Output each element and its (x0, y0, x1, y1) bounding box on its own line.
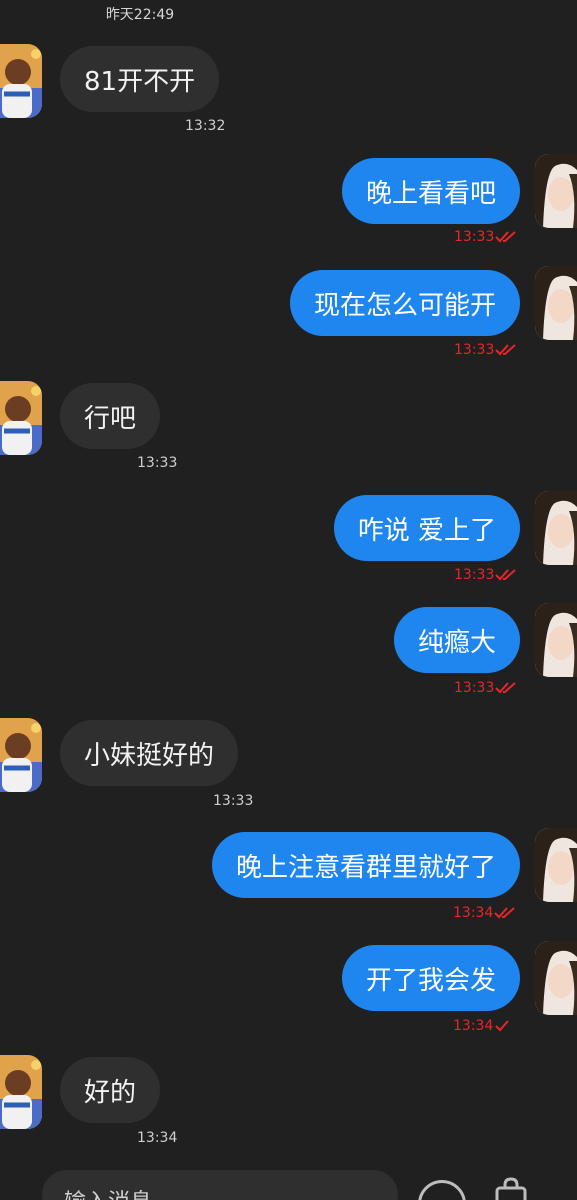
contact-avatar[interactable] (0, 381, 42, 455)
message-input[interactable]: 输入消息 (42, 1170, 398, 1200)
message-bubble-incoming[interactable]: 小妹挺好的 (60, 720, 239, 786)
my-avatar[interactable] (535, 154, 577, 228)
message-time: 13:33 (454, 342, 517, 358)
message-time-text: 13:33 (454, 342, 495, 358)
message-time: 13:32 (185, 118, 226, 134)
message-time: 13:34 (453, 905, 516, 921)
chat-screen: 昨天22:49 81开不开 13:32 晚上看看吧 13:33 现在怎么可能开 … (0, 0, 577, 1200)
message-time-text: 13:34 (453, 905, 494, 921)
message-bubble-incoming[interactable]: 行吧 (60, 383, 161, 449)
composer-bar: 输入消息 (0, 1160, 577, 1200)
double-check-icon (495, 344, 517, 356)
contact-avatar[interactable] (0, 718, 42, 792)
my-avatar[interactable] (535, 491, 577, 565)
double-check-icon (494, 907, 516, 919)
double-check-icon (495, 231, 517, 243)
shopping-bag-icon[interactable] (494, 1176, 528, 1200)
my-avatar[interactable] (535, 603, 577, 677)
my-avatar[interactable] (535, 266, 577, 340)
my-avatar[interactable] (535, 828, 577, 902)
message-time: 13:33 (213, 793, 254, 809)
message-bubble-outgoing[interactable]: 开了我会发 (341, 945, 520, 1011)
message-time-text: 13:33 (454, 567, 495, 583)
message-bubble-outgoing[interactable]: 晚上注意看群里就好了 (211, 832, 520, 898)
message-time: 13:33 (454, 229, 517, 245)
message-time: 13:33 (137, 455, 178, 471)
message-bubble-outgoing[interactable]: 晚上看看吧 (341, 158, 520, 224)
contact-avatar[interactable] (0, 1055, 42, 1129)
message-time-text: 13:34 (453, 1018, 494, 1034)
message-bubble-outgoing[interactable]: 现在怎么可能开 (289, 270, 520, 336)
previous-message-time: 昨天22:49 (105, 7, 175, 23)
double-check-icon (495, 569, 517, 581)
message-time: 13:34 (453, 1018, 510, 1034)
check-icon (495, 1020, 510, 1032)
message-bubble-incoming[interactable]: 81开不开 (60, 46, 220, 112)
message-bubble-incoming[interactable]: 好的 (60, 1057, 161, 1123)
contact-avatar[interactable] (0, 44, 42, 118)
message-time-text: 13:33 (454, 680, 495, 696)
message-time-text: 13:33 (454, 229, 495, 245)
my-avatar[interactable] (535, 941, 577, 1015)
double-check-icon (495, 682, 517, 694)
message-time: 13:33 (454, 567, 517, 583)
message-time: 13:34 (137, 1130, 178, 1146)
message-time: 13:33 (454, 680, 517, 696)
message-bubble-outgoing[interactable]: 咋说 爱上了 (333, 495, 520, 561)
message-bubble-outgoing[interactable]: 纯瘾大 (393, 607, 520, 673)
